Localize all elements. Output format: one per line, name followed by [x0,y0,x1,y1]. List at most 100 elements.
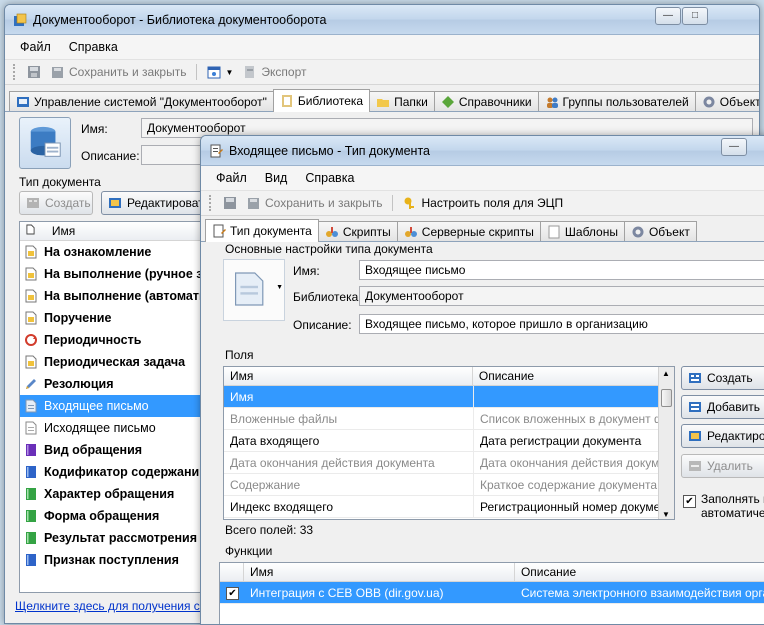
tab-system-management[interactable]: Управление системой "Документооборот" [9,91,274,111]
type-name-field[interactable]: Входящее письмо [359,260,764,280]
tab-label: Тип документа [230,224,312,238]
doc-type-item[interactable]: Признак поступления [20,549,208,571]
save-icon-button[interactable] [24,63,44,81]
dialog-menu-view[interactable]: Вид [256,168,297,188]
doc-type-item[interactable]: На ознакомление [20,241,208,263]
scroll-up-icon[interactable]: ▲ [662,369,670,378]
delete-field-button[interactable]: Удалить [681,454,764,478]
field-row[interactable]: Индекс входящего Регистрационный номер до… [224,495,674,518]
tab-library[interactable]: Библиотека [272,89,371,112]
type-library-label: Библиотека: [293,290,362,304]
doc-type-item[interactable]: Характер обращения [20,483,208,505]
functions-col-name[interactable]: Имя [244,563,515,581]
doc-type-item[interactable]: Поручение [20,307,208,329]
doc-type-list-header[interactable]: Имя [20,222,208,241]
tab-label: Папки [394,94,428,109]
tab-templates[interactable]: Шаблоны [539,221,625,241]
view-dropdown-button[interactable]: ▼ [204,63,236,81]
fields-col-name[interactable]: Имя [224,367,473,385]
tab-dialog-object[interactable]: Объект [623,221,697,241]
scroll-thumb[interactable] [661,389,672,407]
document-icon [235,272,264,306]
dialog-titlebar[interactable]: Входящее письмо - Тип документа — [201,136,764,166]
doc-type-big-icon[interactable]: ▼ [223,259,285,321]
field-row[interactable]: Дата входящего Дата регистрации документа [224,429,674,452]
dialog-save-close-button[interactable]: Сохранить и закрыть [244,194,385,212]
functions-col-description[interactable]: Описание [515,563,764,581]
template-icon [548,225,560,238]
save-close-button[interactable]: Сохранить и закрыть [48,63,189,81]
doc-type-item[interactable]: Периодичность [20,329,208,351]
gear-icon [703,96,715,107]
tab-directories[interactable]: Справочники [433,91,539,111]
field-row-name: Имя [224,385,474,408]
functions-col-check [220,563,244,581]
type-description-field[interactable]: Входящее письмо, которое пришло в органи… [359,314,764,334]
tab-server-scripts[interactable]: Серверные скрипты [396,221,541,241]
field-row[interactable]: Имя [224,385,674,408]
tab-document-type[interactable]: Тип документа [205,219,319,242]
main-menubar: Файл Справка [5,35,759,59]
edit-doc-type-button[interactable]: Редактироват [101,191,205,215]
function-checkbox[interactable]: ✔ [226,587,239,601]
menu-help[interactable]: Справка [60,37,127,57]
autofill-checkbox[interactable]: ✔ [683,495,696,508]
field-row-name: Содержание [224,473,474,496]
doc-type-item[interactable]: На выполнение (ручное з [20,263,208,285]
save-close-icon [248,198,259,209]
tab-folders[interactable]: Папки [369,91,435,111]
fields-scrollbar[interactable]: ▲ ▼ [658,367,674,519]
maximize-button[interactable]: □ [682,7,708,25]
toolbar-grip[interactable] [13,64,16,80]
dialog-minimize-button[interactable]: — [721,138,747,156]
function-row[interactable]: ✔ Интеграция с СЕВ ОВВ (dir.gov.ua) Систем… [220,582,764,604]
document-yellow-icon [25,267,37,281]
dialog-save-button[interactable] [220,194,240,212]
doc-header-icon-col [20,222,46,240]
tab-user-groups[interactable]: Группы пользователей [537,91,696,111]
doc-type-item[interactable]: Результат рассмотрения [20,527,208,549]
field-row[interactable]: Дата окончания действия документа Дата ок… [224,451,674,474]
dialog-title: Входящее письмо - Тип документа [229,144,430,158]
library-icon [281,95,292,107]
field-row[interactable]: Вложенные файлы Список вложенных в докуме… [224,407,674,430]
add-field-button[interactable]: Добавить [681,395,764,419]
create-icon [689,373,701,383]
doc-type-item[interactable]: Форма обращения [20,505,208,527]
doc-type-item[interactable]: Исходящее письмо [20,417,208,439]
doc-type-item[interactable]: На выполнение (автомати [20,285,208,307]
doc-type-item[interactable]: Периодическая задача [20,351,208,373]
edit-field-button[interactable]: Редактиров [681,424,764,448]
main-titlebar[interactable]: Документооборот - Библиотека документооб… [5,5,759,35]
doc-type-item-label: Форма обращения [44,509,160,523]
main-window-title: Документооборот - Библиотека документооб… [33,13,327,27]
delete-field-label: Удалить [707,459,753,473]
footer-link[interactable]: Щелкните здесь для получения сп [15,599,206,613]
doc-type-label: Тип документа [19,175,101,189]
menu-file[interactable]: Файл [11,37,60,57]
configure-signature-fields-button[interactable]: Настроить поля для ЭЦП [400,194,566,212]
doc-type-item[interactable]: Входящее письмо [20,395,208,417]
doc-type-item[interactable]: Вид обращения [20,439,208,461]
minimize-button[interactable]: — [655,7,681,25]
doc-type-items: На ознакомление На выполнение (ручное з На… [20,241,208,571]
scroll-down-icon[interactable]: ▼ [662,510,670,519]
create-field-button[interactable]: Создать [681,366,764,390]
type-library-field[interactable]: Документооборот [359,286,764,306]
field-row[interactable]: Содержание Краткое содержание документа [224,473,674,496]
function-row-name: Интеграция с СЕВ ОВВ (dir.gov.ua) [249,585,444,600]
function-row-description: Система электронного взаимодействия орга… [520,585,764,600]
fields-col-description[interactable]: Описание [473,367,674,385]
doc-header-name: Имя [51,224,76,238]
dialog-menu-help[interactable]: Справка [296,168,363,188]
create-doc-type-button[interactable]: Создать [19,191,93,215]
field-row-name: Индекс входящего [224,495,474,518]
functions-group-title: Функции [222,544,276,558]
dialog-menu-file[interactable]: Файл [207,168,256,188]
doc-type-item[interactable]: Резолюция [20,373,208,395]
export-button[interactable]: Экспорт [240,63,309,81]
tab-object[interactable]: Объект [694,91,759,111]
doc-type-item[interactable]: Кодификатор содержани [20,461,208,483]
dialog-toolbar-grip[interactable] [209,195,212,211]
tab-scripts[interactable]: Скрипты [317,221,398,241]
